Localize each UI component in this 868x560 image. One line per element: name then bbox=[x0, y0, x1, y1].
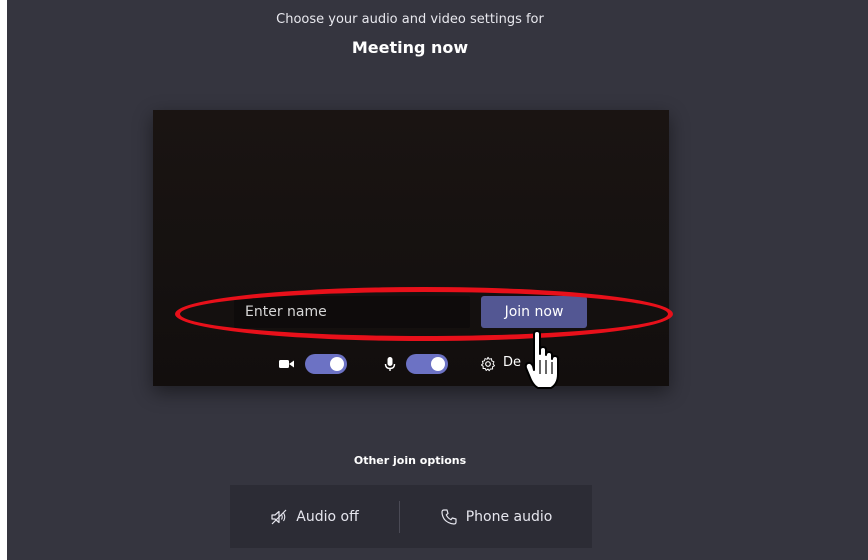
other-join-options-panel: Audio off Phone audio bbox=[230, 485, 592, 548]
pre-join-screen: Choose your audio and video settings for… bbox=[0, 0, 868, 560]
audio-off-button[interactable]: Audio off bbox=[230, 485, 399, 548]
video-toggle-knob bbox=[330, 357, 344, 371]
phone-icon bbox=[441, 508, 457, 525]
window-edge bbox=[0, 0, 7, 560]
join-now-button[interactable]: Join now bbox=[481, 296, 587, 328]
name-input[interactable] bbox=[234, 296, 470, 328]
microphone-icon bbox=[384, 357, 396, 371]
device-settings-label[interactable]: De bbox=[503, 355, 521, 370]
device-controls: De bbox=[153, 352, 669, 376]
hand-cursor-icon bbox=[524, 330, 559, 389]
settings-subtitle: Choose your audio and video settings for bbox=[276, 12, 544, 27]
audio-off-label: Audio off bbox=[296, 508, 359, 525]
other-join-options-label: Other join options bbox=[353, 454, 467, 467]
mic-toggle[interactable] bbox=[406, 354, 448, 374]
video-toggle[interactable] bbox=[305, 354, 347, 374]
phone-audio-label: Phone audio bbox=[465, 508, 553, 525]
mic-toggle-knob bbox=[431, 357, 445, 371]
phone-audio-button[interactable]: Phone audio bbox=[400, 485, 592, 548]
gear-icon[interactable] bbox=[479, 356, 497, 372]
meeting-title: Meeting now bbox=[351, 38, 469, 57]
video-preview: Join now De bbox=[153, 110, 669, 386]
speaker-off-icon bbox=[271, 509, 287, 524]
video-camera-icon bbox=[279, 360, 294, 368]
